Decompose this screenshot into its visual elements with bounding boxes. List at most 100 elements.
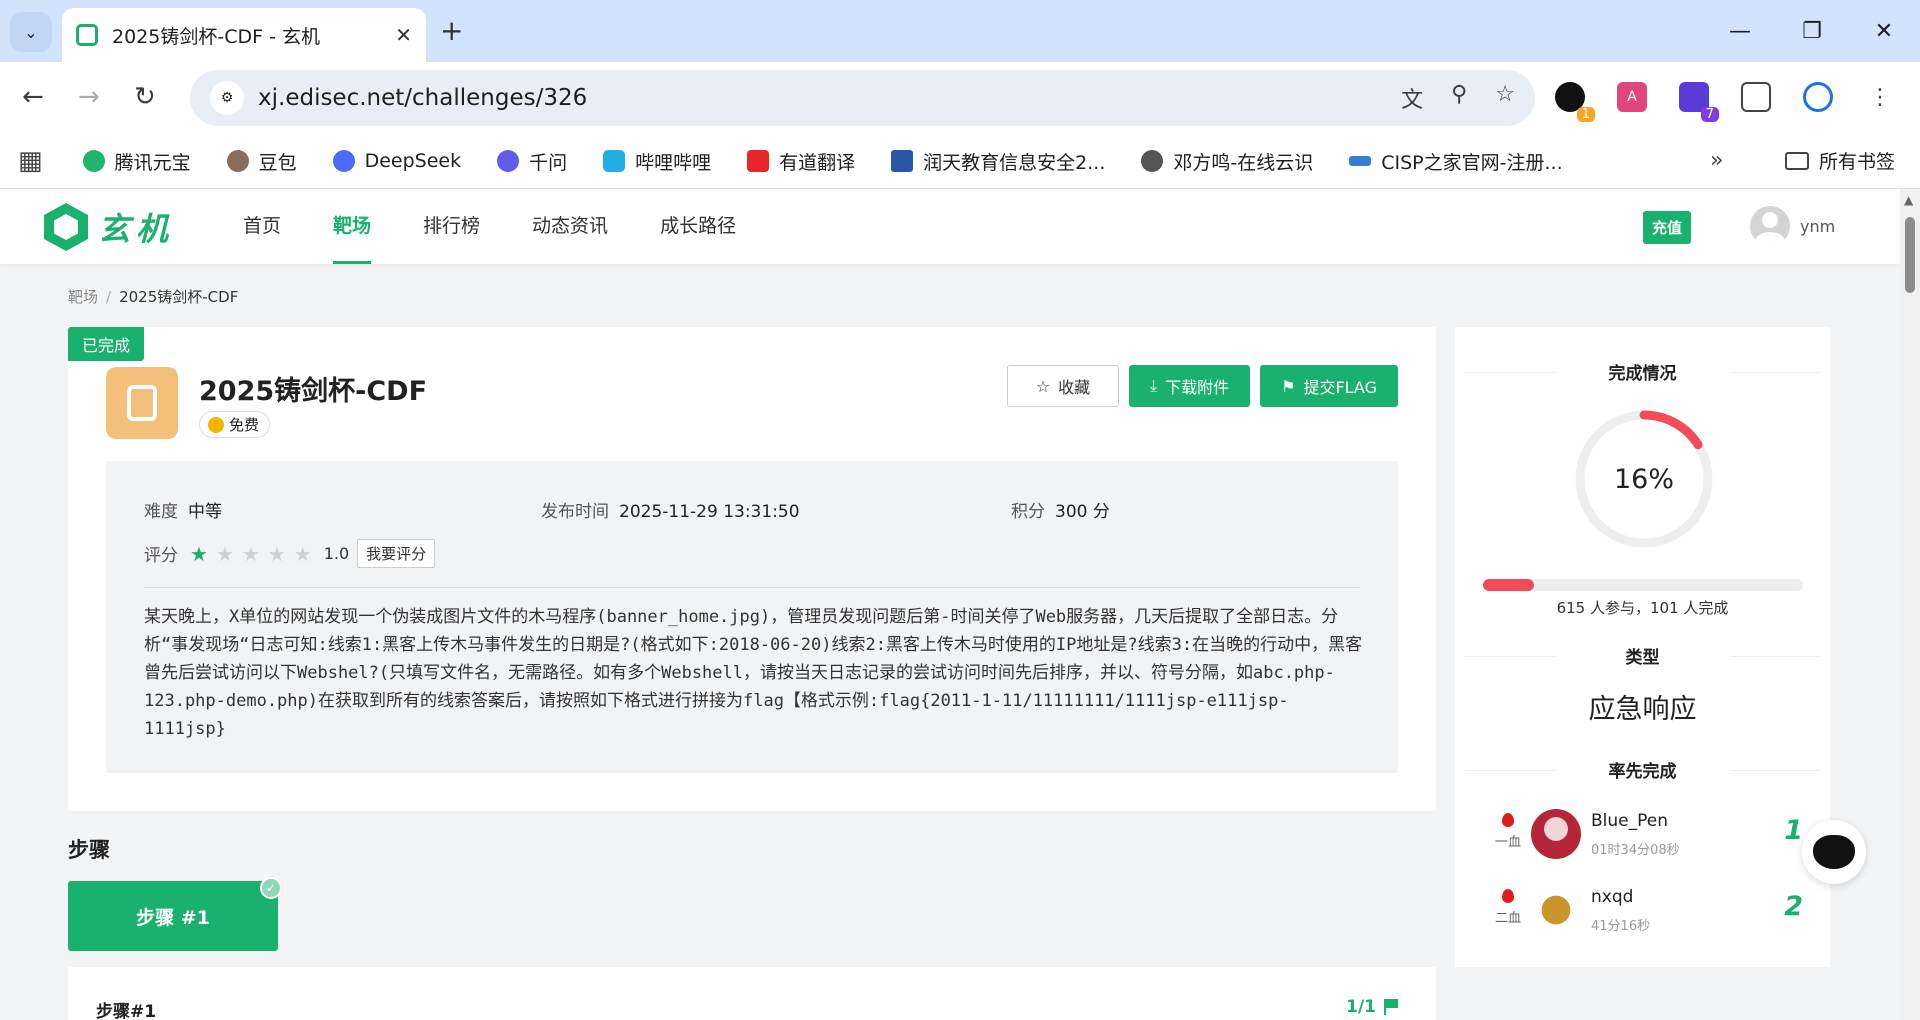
address-bar[interactable]: ⚙ xj.edisec.net/challenges/326 文 ⚲ ☆ xyxy=(190,70,1535,126)
menu-icon[interactable]: ⋮ xyxy=(1865,82,1895,112)
check-icon: ✓ xyxy=(260,877,282,899)
apps-grid-icon[interactable]: ▦ xyxy=(18,146,43,176)
bookmark-item[interactable]: DeepSeek xyxy=(332,150,461,172)
step-tab-1[interactable]: 步骤 #1 ✓ xyxy=(68,877,282,951)
site-info-icon[interactable]: ⚙ xyxy=(210,81,244,115)
translate-icon[interactable]: 文 xyxy=(1401,82,1423,114)
challenge-actions: ☆ 收藏 ⤓ 下载附件 ⚑ 提交FLAG xyxy=(1007,365,1398,407)
publish-time-field: 发布时间 2025-11-29 13:31:50 xyxy=(541,502,800,522)
solver-name[interactable]: nxqd xyxy=(1591,887,1633,907)
rating-star-icon[interactable]: ★ xyxy=(190,542,208,566)
nav-growth-path[interactable]: 成长路径 xyxy=(660,189,736,264)
step-card: 步骤#1 1/1 xyxy=(68,967,1436,1020)
bookmark-star-icon[interactable]: ☆ xyxy=(1495,82,1515,114)
rate-button[interactable]: 我要评分 xyxy=(357,539,436,568)
status-badge: 已完成 xyxy=(68,327,145,361)
restore-button[interactable]: ❐ xyxy=(1776,0,1848,62)
favorite-button[interactable]: ☆ 收藏 xyxy=(1007,365,1119,407)
user-avatar[interactable] xyxy=(1750,206,1790,246)
tab-close-icon[interactable]: ✕ xyxy=(395,23,412,47)
profile-icon[interactable] xyxy=(1803,82,1833,112)
price-badge: 免费 xyxy=(199,411,271,438)
bookmark-item[interactable]: 邓方鸣-在线云识 xyxy=(1141,148,1313,175)
all-bookmarks-button[interactable]: 所有书签 xyxy=(1785,147,1895,174)
coin-icon xyxy=(208,416,224,433)
completion-percent: 16% xyxy=(1613,463,1674,495)
extensions-puzzle-icon[interactable] xyxy=(1741,82,1771,112)
zoom-icon[interactable]: ⚲ xyxy=(1451,82,1467,114)
solver-row[interactable]: 二血 nxqd 41分16秒 2 xyxy=(1491,883,1811,943)
scroll-up-icon[interactable]: ▲ xyxy=(1904,193,1913,207)
difficulty-field: 难度 中等 xyxy=(144,502,222,522)
youdao-icon xyxy=(747,150,770,172)
new-tab-button[interactable]: + xyxy=(440,14,463,47)
browser-tab[interactable]: 2025铸剑杯-CDF - 玄机 ✕ xyxy=(62,8,426,62)
cisp-icon xyxy=(1349,156,1372,166)
rating-star-icon[interactable]: ★ xyxy=(268,542,286,566)
nav-home[interactable]: 首页 xyxy=(243,189,281,264)
rating-value: 1.0 xyxy=(323,544,350,563)
breadcrumb-current: 2025铸剑杯-CDF xyxy=(119,288,239,306)
bookmark-item[interactable]: 腾讯元宝 xyxy=(82,148,191,175)
logo-text: 玄机 xyxy=(98,210,175,248)
bookmark-item[interactable]: 千问 xyxy=(497,148,567,175)
site-favicon-icon xyxy=(76,24,98,46)
rating-star-icon[interactable]: ★ xyxy=(242,542,260,566)
site-header: 玄机 首页 靶场 排行榜 动态资讯 成长路径 充值 ynm xyxy=(0,189,1900,264)
step-card-title: 步骤#1 xyxy=(96,1002,157,1020)
runtian-icon xyxy=(891,150,914,172)
submit-flag-button[interactable]: ⚑ 提交FLAG xyxy=(1260,365,1398,407)
breadcrumb: 靶场/2025铸剑杯-CDF xyxy=(68,288,239,306)
qianwen-icon xyxy=(497,150,520,172)
divider xyxy=(144,587,1360,588)
tab-search-button[interactable]: ⌄ xyxy=(10,12,52,52)
url-text[interactable]: xj.edisec.net/challenges/326 xyxy=(258,85,1401,111)
solver-row[interactable]: 一血 Blue_Pen 01时34分08秒 1 xyxy=(1491,807,1811,867)
bookmark-item[interactable]: CISP之家官网-注册... xyxy=(1349,148,1563,175)
breadcrumb-parent[interactable]: 靶场 xyxy=(68,288,98,306)
type-heading: 类型 xyxy=(1465,643,1820,668)
solver-time: 41分16秒 xyxy=(1591,919,1651,934)
floating-assistant-button[interactable] xyxy=(1802,820,1866,884)
blood-drop-icon xyxy=(1502,889,1514,903)
solver-name[interactable]: Blue_Pen xyxy=(1591,811,1668,831)
site-logo[interactable]: 玄机 xyxy=(44,203,174,251)
first-solvers-heading: 率先完成 xyxy=(1465,757,1820,782)
score-field: 积分 300 分 xyxy=(1011,502,1110,522)
rating-star-icon[interactable]: ★ xyxy=(294,542,312,566)
minimize-button[interactable]: — xyxy=(1704,0,1776,62)
rating-stars: ★ ★ ★ ★ ★ xyxy=(190,542,312,566)
bookmark-item[interactable]: 豆包 xyxy=(226,148,297,175)
forward-button[interactable]: → xyxy=(78,82,100,112)
nav-news[interactable]: 动态资讯 xyxy=(532,189,608,264)
extensions-area: 1 A 7 ⋮ xyxy=(1555,82,1895,122)
extension-translate-icon[interactable]: A xyxy=(1617,82,1647,112)
more-bookmarks-icon[interactable]: » xyxy=(1710,148,1723,173)
close-window-button[interactable]: ✕ xyxy=(1848,0,1920,62)
username[interactable]: ynm xyxy=(1800,217,1835,236)
bookmarks-bar: ▦ 腾讯元宝 豆包 DeepSeek 千问 哔哩哔哩 有道翻译 润天教育信息安全… xyxy=(0,134,1920,189)
page-scrollbar[interactable]: ▲ xyxy=(1900,189,1920,1020)
deepseek-icon xyxy=(332,150,355,172)
bookmark-item[interactable]: 润天教育信息安全2... xyxy=(891,148,1105,175)
recharge-button[interactable]: 充值 xyxy=(1643,211,1692,244)
scroll-thumb[interactable] xyxy=(1905,217,1915,293)
folder-icon xyxy=(1785,151,1809,170)
download-attachment-button[interactable]: ⤓ 下载附件 xyxy=(1129,365,1251,407)
extension-1-icon[interactable]: 1 xyxy=(1555,82,1595,122)
rating-star-icon[interactable]: ★ xyxy=(216,542,234,566)
steps-heading: 步骤 xyxy=(68,838,110,862)
page-content: 玄机 首页 靶场 排行榜 动态资讯 成长路径 充值 ynm 靶场/2025铸剑杯… xyxy=(0,189,1900,1020)
globe-icon xyxy=(1141,150,1164,172)
tab-title: 2025铸剑杯-CDF - 玄机 xyxy=(112,25,320,48)
nav-range[interactable]: 靶场 xyxy=(333,189,372,264)
bookmark-item[interactable]: 哔哩哔哩 xyxy=(603,148,711,175)
extension-2-icon[interactable]: 7 xyxy=(1679,82,1719,122)
back-button[interactable]: ← xyxy=(22,82,44,112)
participants-text: 615 人参与，101 人完成 xyxy=(1556,599,1729,617)
nav-leaderboard[interactable]: 排行榜 xyxy=(423,189,480,264)
bookmark-item[interactable]: 有道翻译 xyxy=(747,148,855,175)
completion-heading: 完成情况 xyxy=(1465,359,1820,384)
challenge-info-box: 难度 中等 发布时间 2025-11-29 13:31:50 积分 300 分 评分 … xyxy=(106,461,1398,773)
reload-button[interactable]: ↻ xyxy=(134,82,156,112)
